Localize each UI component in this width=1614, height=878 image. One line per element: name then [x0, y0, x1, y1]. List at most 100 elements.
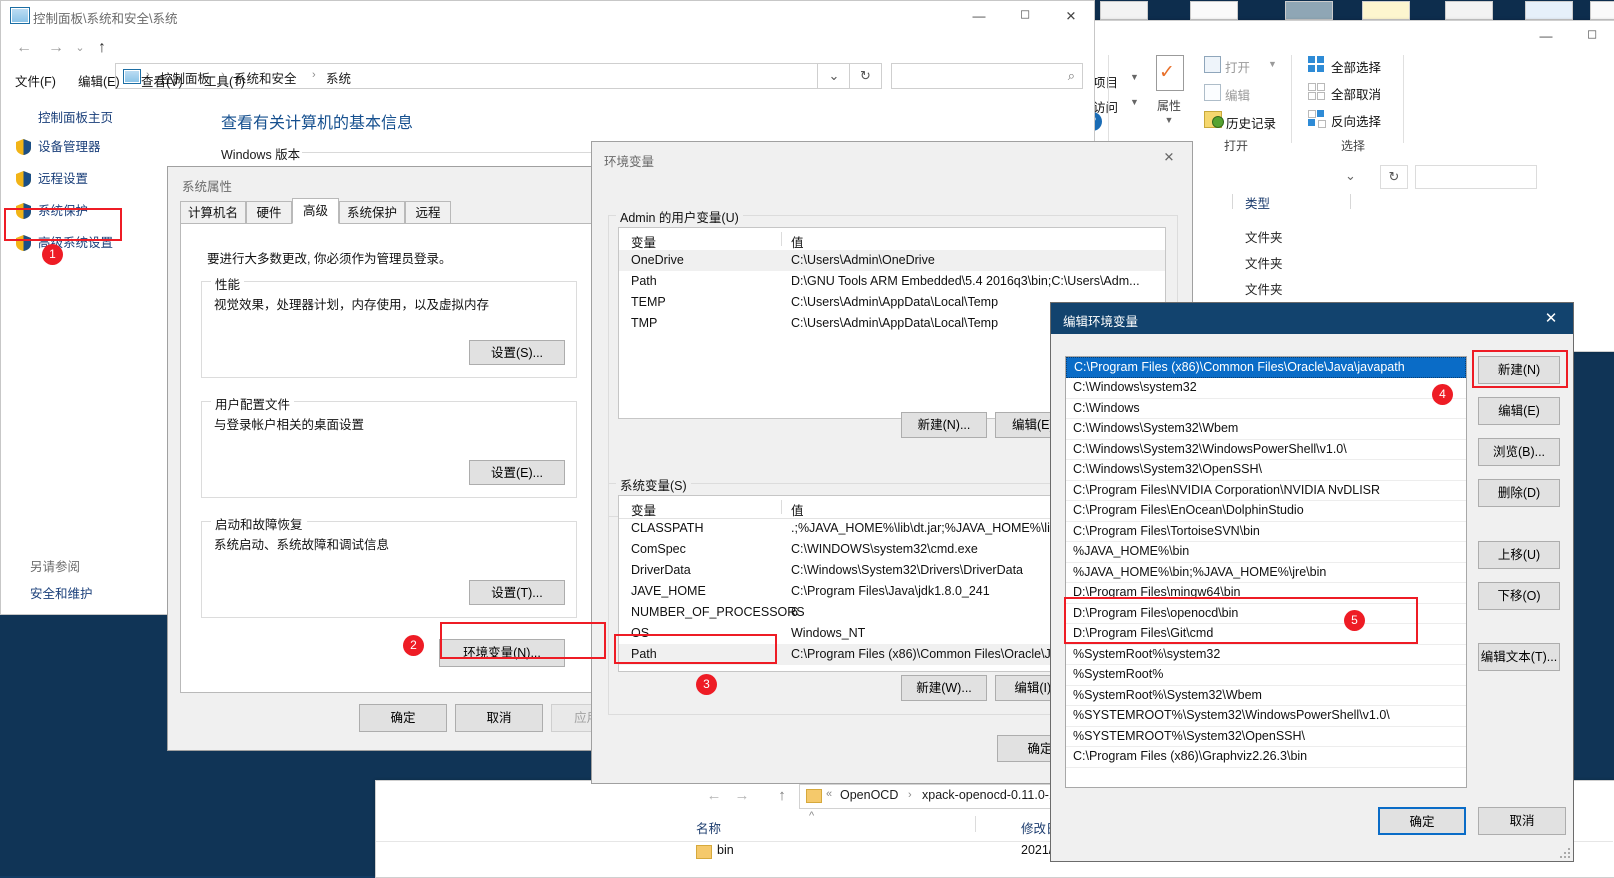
tab-system-protection[interactable]: 系统保护 — [339, 201, 405, 224]
ok-button[interactable]: 确定 — [359, 704, 447, 732]
list-item[interactable] — [1066, 768, 1466, 788]
table-row[interactable]: Path D:\GNU Tools ARM Embedded\5.4 2016q… — [619, 271, 1165, 292]
column-header-variable[interactable]: 变量 — [631, 500, 656, 519]
menu-file[interactable]: 文件(F) — [15, 71, 56, 90]
list-item[interactable]: C:\Program Files\NVIDIA Corporation\NVID… — [1066, 481, 1466, 501]
list-item[interactable]: C:\Program Files (x86)\Graphviz2.26.3\bi… — [1066, 747, 1466, 768]
desktop-icon-text[interactable] — [1445, 1, 1493, 20]
chevron-down-icon-2[interactable]: ▼ — [1130, 97, 1139, 107]
properties-icon[interactable]: ✓ — [1146, 53, 1192, 95]
forward-button[interactable]: → — [43, 35, 69, 61]
environment-variables-titlebar[interactable]: 环境变量 ✕ — [592, 142, 1192, 176]
close-button[interactable]: ✕ — [1146, 142, 1192, 172]
close-button[interactable]: ✕ — [1048, 1, 1094, 31]
list-item[interactable]: %SystemRoot%\system32 — [1066, 645, 1466, 665]
new-button[interactable]: 新建(N) — [1478, 356, 1560, 384]
menu-tools[interactable]: 工具(T) — [204, 71, 245, 90]
list-item[interactable]: %SystemRoot% — [1066, 665, 1466, 686]
cancel-button[interactable]: 取消 — [455, 704, 543, 732]
properties-dropdown-chevron[interactable]: ▼ — [1146, 115, 1192, 125]
resize-grip-icon[interactable] — [1559, 847, 1570, 858]
user-new-button[interactable]: 新建(N)... — [901, 412, 987, 438]
ribbon-invert-selection[interactable]: 反向选择 — [1331, 111, 1381, 130]
forward-button[interactable]: → — [731, 785, 753, 807]
delete-button[interactable]: 删除(D) — [1478, 479, 1560, 507]
column-header-name[interactable]: 名称 — [696, 818, 721, 837]
list-item[interactable]: C:\Windows\System32\WindowsPowerShell\v1… — [1066, 440, 1466, 460]
list-item[interactable]: D:\Program Files\mingw64\bin — [1066, 583, 1466, 604]
maximize-button[interactable]: ☐ — [1002, 1, 1048, 31]
tab-remote[interactable]: 远程 — [405, 201, 451, 224]
system-properties-titlebar[interactable]: 系统属性 — [168, 167, 605, 201]
menu-edit[interactable]: 编辑(E) — [78, 71, 120, 90]
user-profiles-settings-button[interactable]: 设置(E)... — [469, 460, 565, 485]
breadcrumb-item-0[interactable]: OpenOCD — [840, 788, 898, 802]
move-up-button[interactable]: 上移(U) — [1478, 541, 1560, 569]
ribbon-select-none[interactable]: 全部取消 — [1331, 84, 1381, 103]
list-item[interactable]: C:\Windows\system32 — [1066, 378, 1466, 399]
back-button[interactable]: ← — [11, 35, 37, 61]
browse-button[interactable]: 浏览(B)... — [1478, 438, 1560, 466]
up-button[interactable]: ↑ — [89, 35, 115, 61]
edit-env-titlebar[interactable]: 编辑环境变量 ✕ — [1051, 303, 1573, 334]
sidebar-item-security-and-maintenance[interactable]: 安全和维护 — [30, 583, 93, 602]
list-item[interactable]: %SYSTEMROOT%\System32\WindowsPowerShell\… — [1066, 706, 1466, 727]
environment-variables-button[interactable]: 环境变量(N)... — [439, 639, 565, 667]
list-item[interactable]: D:\Program Files\Git\cmd — [1066, 624, 1466, 645]
move-down-button[interactable]: 下移(O) — [1478, 582, 1560, 610]
sidebar-item-device-manager[interactable]: 设备管理器 — [38, 136, 101, 155]
edit-text-button[interactable]: 编辑文本(T)... — [1478, 643, 1560, 671]
cancel-button[interactable]: 取消 — [1478, 807, 1566, 835]
startup-recovery-settings-button[interactable]: 设置(T)... — [469, 580, 565, 605]
control-panel-titlebar[interactable]: ✓ 控制面板\系统和安全\系统 — ☐ ✕ — [1, 1, 1094, 33]
sidebar-item-remote-settings[interactable]: 远程设置 — [38, 168, 88, 187]
breadcrumb-item-1[interactable]: xpack-openocd-0.11.0-1 — [922, 788, 1056, 802]
ribbon-open-command[interactable]: 打开 — [1225, 57, 1250, 76]
list-item[interactable]: C:\Windows\System32\OpenSSH\ — [1066, 460, 1466, 481]
table-row[interactable]: OneDrive C:\Users\Admin\OneDrive — [619, 250, 1165, 271]
sidebar-item-system-protection[interactable]: 系统保护 — [38, 200, 88, 219]
sidebar-item-home[interactable]: 控制面板主页 — [38, 107, 113, 126]
refresh-icon[interactable]: ↻ — [1380, 165, 1408, 189]
ribbon-select-all[interactable]: 全部选择 — [1331, 57, 1381, 76]
chevron-down-icon[interactable]: ▼ — [1130, 72, 1139, 82]
open-chevron-down-icon[interactable]: ▼ — [1268, 59, 1277, 69]
list-item[interactable]: %JAVA_HOME%\bin;%JAVA_HOME%\jre\bin — [1066, 563, 1466, 583]
column-header-type[interactable]: 类型 — [1245, 193, 1270, 212]
minimize-button[interactable]: — — [956, 1, 1002, 31]
desktop-icon-document[interactable] — [1362, 1, 1410, 20]
menu-view[interactable]: 查看(V) — [141, 71, 183, 90]
tab-hardware[interactable]: 硬件 — [246, 201, 292, 224]
list-item[interactable]: %SystemRoot%\System32\Wbem — [1066, 686, 1466, 706]
list-item[interactable]: C:\Program Files\EnOcean\DolphinStudio — [1066, 501, 1466, 522]
back-button[interactable]: ← — [703, 785, 725, 807]
list-item[interactable]: %JAVA_HOME%\bin — [1066, 542, 1466, 563]
system-properties-dialog[interactable]: 系统属性 计算机名 硬件 高级 系统保护 远程 要进行大多数更改, 你必须作为管… — [167, 166, 639, 751]
desktop-icon-pdf[interactable] — [1190, 1, 1238, 20]
address-chevron-down-icon[interactable]: ⌄ — [1345, 168, 1356, 184]
desktop-icon[interactable] — [1100, 1, 1148, 20]
close-icon[interactable]: ✕ — [1529, 303, 1573, 334]
ok-button[interactable]: 确定 — [1378, 807, 1466, 835]
list-item[interactable]: D:\Program Files\openocd\bin — [1066, 604, 1466, 624]
explorer-right-search-input[interactable] — [1415, 165, 1537, 189]
path-entries-list[interactable]: C:\Program Files (x86)\Common Files\Orac… — [1065, 356, 1467, 788]
performance-settings-button[interactable]: 设置(S)... — [469, 340, 565, 365]
column-header-variable[interactable]: 变量 — [631, 232, 656, 251]
ribbon-edit-command[interactable]: 编辑 — [1225, 85, 1250, 104]
column-header-value[interactable]: 值 — [791, 232, 804, 251]
system-new-button[interactable]: 新建(W)... — [901, 675, 987, 701]
edit-button[interactable]: 编辑(E) — [1478, 397, 1560, 425]
list-item[interactable]: %SYSTEMROOT%\System32\OpenSSH\ — [1066, 727, 1466, 747]
ribbon-history-command[interactable]: 历史记录 — [1226, 113, 1276, 132]
tab-computer-name[interactable]: 计算机名 — [180, 201, 246, 224]
desktop-icon-pdf-2[interactable] — [1590, 1, 1614, 20]
list-item[interactable]: C:\Windows — [1066, 399, 1466, 419]
desktop-icon-spreadsheet[interactable] — [1525, 1, 1573, 20]
edit-environment-variable-dialog[interactable]: 编辑环境变量 ✕ C:\Program Files (x86)\Common F… — [1050, 302, 1574, 862]
list-item[interactable]: C:\Program Files\TortoiseSVN\bin — [1066, 522, 1466, 542]
desktop-icon-image[interactable] — [1285, 1, 1333, 20]
tab-advanced[interactable]: 高级 — [292, 198, 339, 224]
up-button[interactable]: ↑ — [771, 785, 793, 807]
column-header-value[interactable]: 值 — [791, 500, 804, 519]
